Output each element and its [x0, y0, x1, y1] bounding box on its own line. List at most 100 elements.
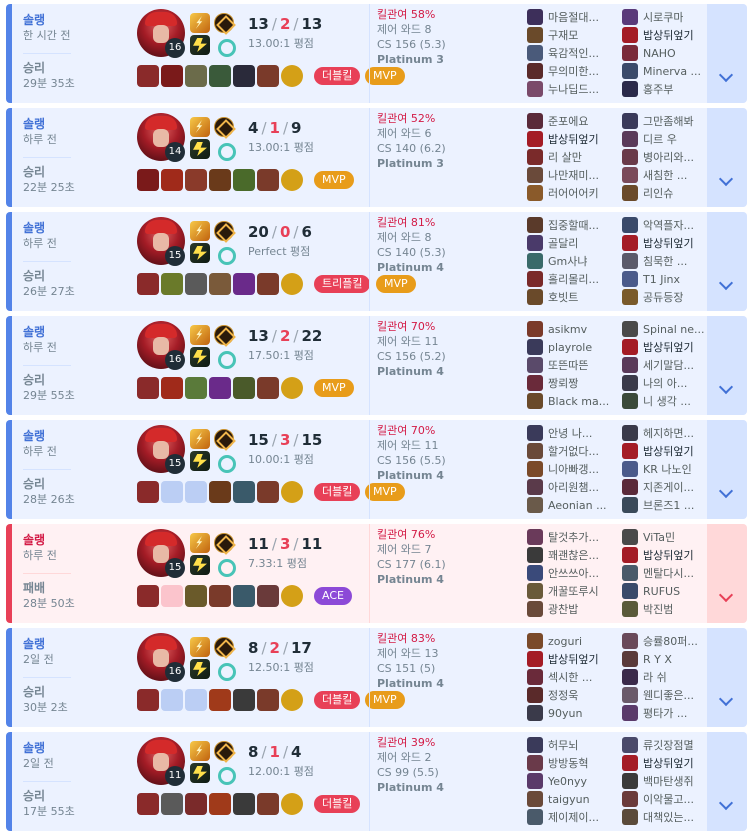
player-name[interactable]: 평타가 ... — [643, 705, 687, 721]
secondary-rune-icon[interactable] — [214, 555, 236, 577]
match-card[interactable]: 솔랭 2일 전 승리 30분 2초 16 8/2/17 12.50:1 평점 더… — [6, 628, 747, 727]
player-name[interactable]: 방방동혁 — [548, 755, 588, 771]
summoner-spell-ignite-icon[interactable] — [190, 741, 210, 761]
player-row[interactable]: Spinal ne... — [622, 320, 712, 338]
player-row[interactable]: 90yun — [527, 704, 617, 722]
player-name[interactable]: 백마탄생쥐 — [643, 773, 694, 789]
player-name[interactable]: KR 나노인 — [643, 461, 692, 477]
player-name[interactable]: Ye0nyy — [548, 775, 587, 788]
keystone-rune-icon[interactable] — [214, 637, 234, 657]
summoner-spell-flash-icon[interactable] — [190, 243, 210, 263]
summoner-spell-flash-icon[interactable] — [190, 659, 210, 679]
player-name[interactable]: 리 살만 — [548, 149, 582, 165]
player-row[interactable]: zoguri — [527, 632, 617, 650]
player-row[interactable]: 승률80퍼... — [622, 632, 712, 650]
keystone-rune-icon[interactable] — [214, 429, 234, 449]
item-slot[interactable] — [137, 481, 159, 503]
player-row[interactable]: NAHO — [622, 44, 712, 62]
player-row[interactable]: 탈것추가... — [527, 528, 617, 546]
player-row[interactable]: Ye0nyy — [527, 772, 617, 790]
item-slot[interactable] — [257, 169, 279, 191]
item-slot[interactable] — [233, 585, 255, 607]
player-row[interactable]: 멘탈다시... — [622, 564, 712, 582]
player-row[interactable]: 밥상뒤엎기 — [622, 234, 712, 252]
expand-button[interactable] — [707, 108, 747, 207]
player-row[interactable]: 홀리몰리... — [527, 270, 617, 288]
player-name[interactable]: ViTa민 — [643, 529, 675, 545]
expand-button[interactable] — [707, 212, 747, 311]
player-row[interactable]: 류깃장점멸 — [622, 736, 712, 754]
player-name[interactable]: 승률80퍼... — [643, 633, 698, 649]
item-slot[interactable] — [257, 585, 279, 607]
keystone-rune-icon[interactable] — [214, 117, 234, 137]
player-name[interactable]: 호빗트 — [548, 289, 578, 305]
player-row[interactable]: Gm사냐 — [527, 252, 617, 270]
player-row[interactable]: playrole — [527, 338, 617, 356]
player-row[interactable]: 홍주부 — [622, 80, 712, 98]
summoner-spell-ignite-icon[interactable] — [190, 325, 210, 345]
player-name[interactable]: 광찬밥 — [548, 601, 578, 617]
expand-button[interactable] — [707, 316, 747, 415]
item-slot[interactable] — [185, 793, 207, 815]
player-name[interactable]: 홀리몰리... — [548, 271, 599, 287]
player-row[interactable]: 할거없다... — [527, 442, 617, 460]
player-name[interactable]: 리인슈 — [643, 185, 673, 201]
player-name[interactable]: 마음절대... — [548, 9, 599, 25]
summoner-spell-ignite-icon[interactable] — [190, 637, 210, 657]
trinket-slot[interactable] — [281, 793, 303, 815]
player-name[interactable]: 아리원챔... — [548, 479, 599, 495]
player-name[interactable]: 세기말담... — [643, 357, 694, 373]
item-slot[interactable] — [209, 481, 231, 503]
trinket-slot[interactable] — [281, 689, 303, 711]
player-row[interactable]: 섹시한 ... — [527, 668, 617, 686]
player-name[interactable]: 나의 아... — [643, 375, 687, 391]
player-row[interactable]: 나의 아... — [622, 374, 712, 392]
summoner-spell-ignite-icon[interactable] — [190, 221, 210, 241]
player-row[interactable]: 박진범 — [622, 600, 712, 618]
item-slot[interactable] — [161, 273, 183, 295]
trinket-slot[interactable] — [281, 273, 303, 295]
player-row[interactable]: 무의미한... — [527, 62, 617, 80]
player-row[interactable]: 라 쉬 — [622, 668, 712, 686]
item-slot[interactable] — [233, 793, 255, 815]
player-name[interactable]: Spinal ne... — [643, 323, 705, 336]
player-name[interactable]: 밥상뒤엎기 — [643, 235, 694, 251]
player-row[interactable]: KR 나노인 — [622, 460, 712, 478]
player-name[interactable]: R Y X — [643, 653, 672, 666]
player-row[interactable]: 새침한 ... — [622, 166, 712, 184]
player-name[interactable]: T1 Jinx — [643, 273, 680, 286]
player-name[interactable]: 니아빠갱... — [548, 461, 599, 477]
item-slot[interactable] — [257, 689, 279, 711]
trinket-slot[interactable] — [281, 481, 303, 503]
player-row[interactable]: 골달리 — [527, 234, 617, 252]
player-row[interactable]: 공듀등장 — [622, 288, 712, 306]
secondary-rune-icon[interactable] — [214, 763, 236, 785]
summoner-spell-flash-icon[interactable] — [190, 139, 210, 159]
item-slot[interactable] — [257, 377, 279, 399]
player-row[interactable]: 육감적인... — [527, 44, 617, 62]
player-name[interactable]: 골달리 — [548, 235, 578, 251]
expand-button[interactable] — [707, 524, 747, 623]
player-name[interactable]: 그만좀해봐 — [643, 113, 694, 129]
item-slot[interactable] — [233, 169, 255, 191]
keystone-rune-icon[interactable] — [214, 325, 234, 345]
trinket-slot[interactable] — [281, 65, 303, 87]
player-row[interactable]: 이악물고... — [622, 790, 712, 808]
player-name[interactable]: 러어어어키 — [548, 185, 599, 201]
player-row[interactable]: 밥상뒤엎기 — [527, 650, 617, 668]
player-name[interactable]: 시로쿠마 — [643, 9, 683, 25]
player-name[interactable]: 밥상뒤엎기 — [643, 547, 694, 563]
item-slot[interactable] — [137, 793, 159, 815]
player-row[interactable]: 지존게이... — [622, 478, 712, 496]
player-name[interactable]: 밥상뒤엎기 — [548, 131, 599, 147]
player-row[interactable]: 헤지하면... — [622, 424, 712, 442]
player-row[interactable]: taigyun — [527, 790, 617, 808]
item-slot[interactable] — [161, 65, 183, 87]
player-row[interactable]: 대책있는... — [622, 808, 712, 826]
player-row[interactable]: 짱뢰짱 — [527, 374, 617, 392]
player-row[interactable]: R Y X — [622, 650, 712, 668]
player-row[interactable]: 아리원챔... — [527, 478, 617, 496]
keystone-rune-icon[interactable] — [214, 221, 234, 241]
player-name[interactable]: playrole — [548, 341, 592, 354]
player-name[interactable]: 짱뢰짱 — [548, 375, 578, 391]
